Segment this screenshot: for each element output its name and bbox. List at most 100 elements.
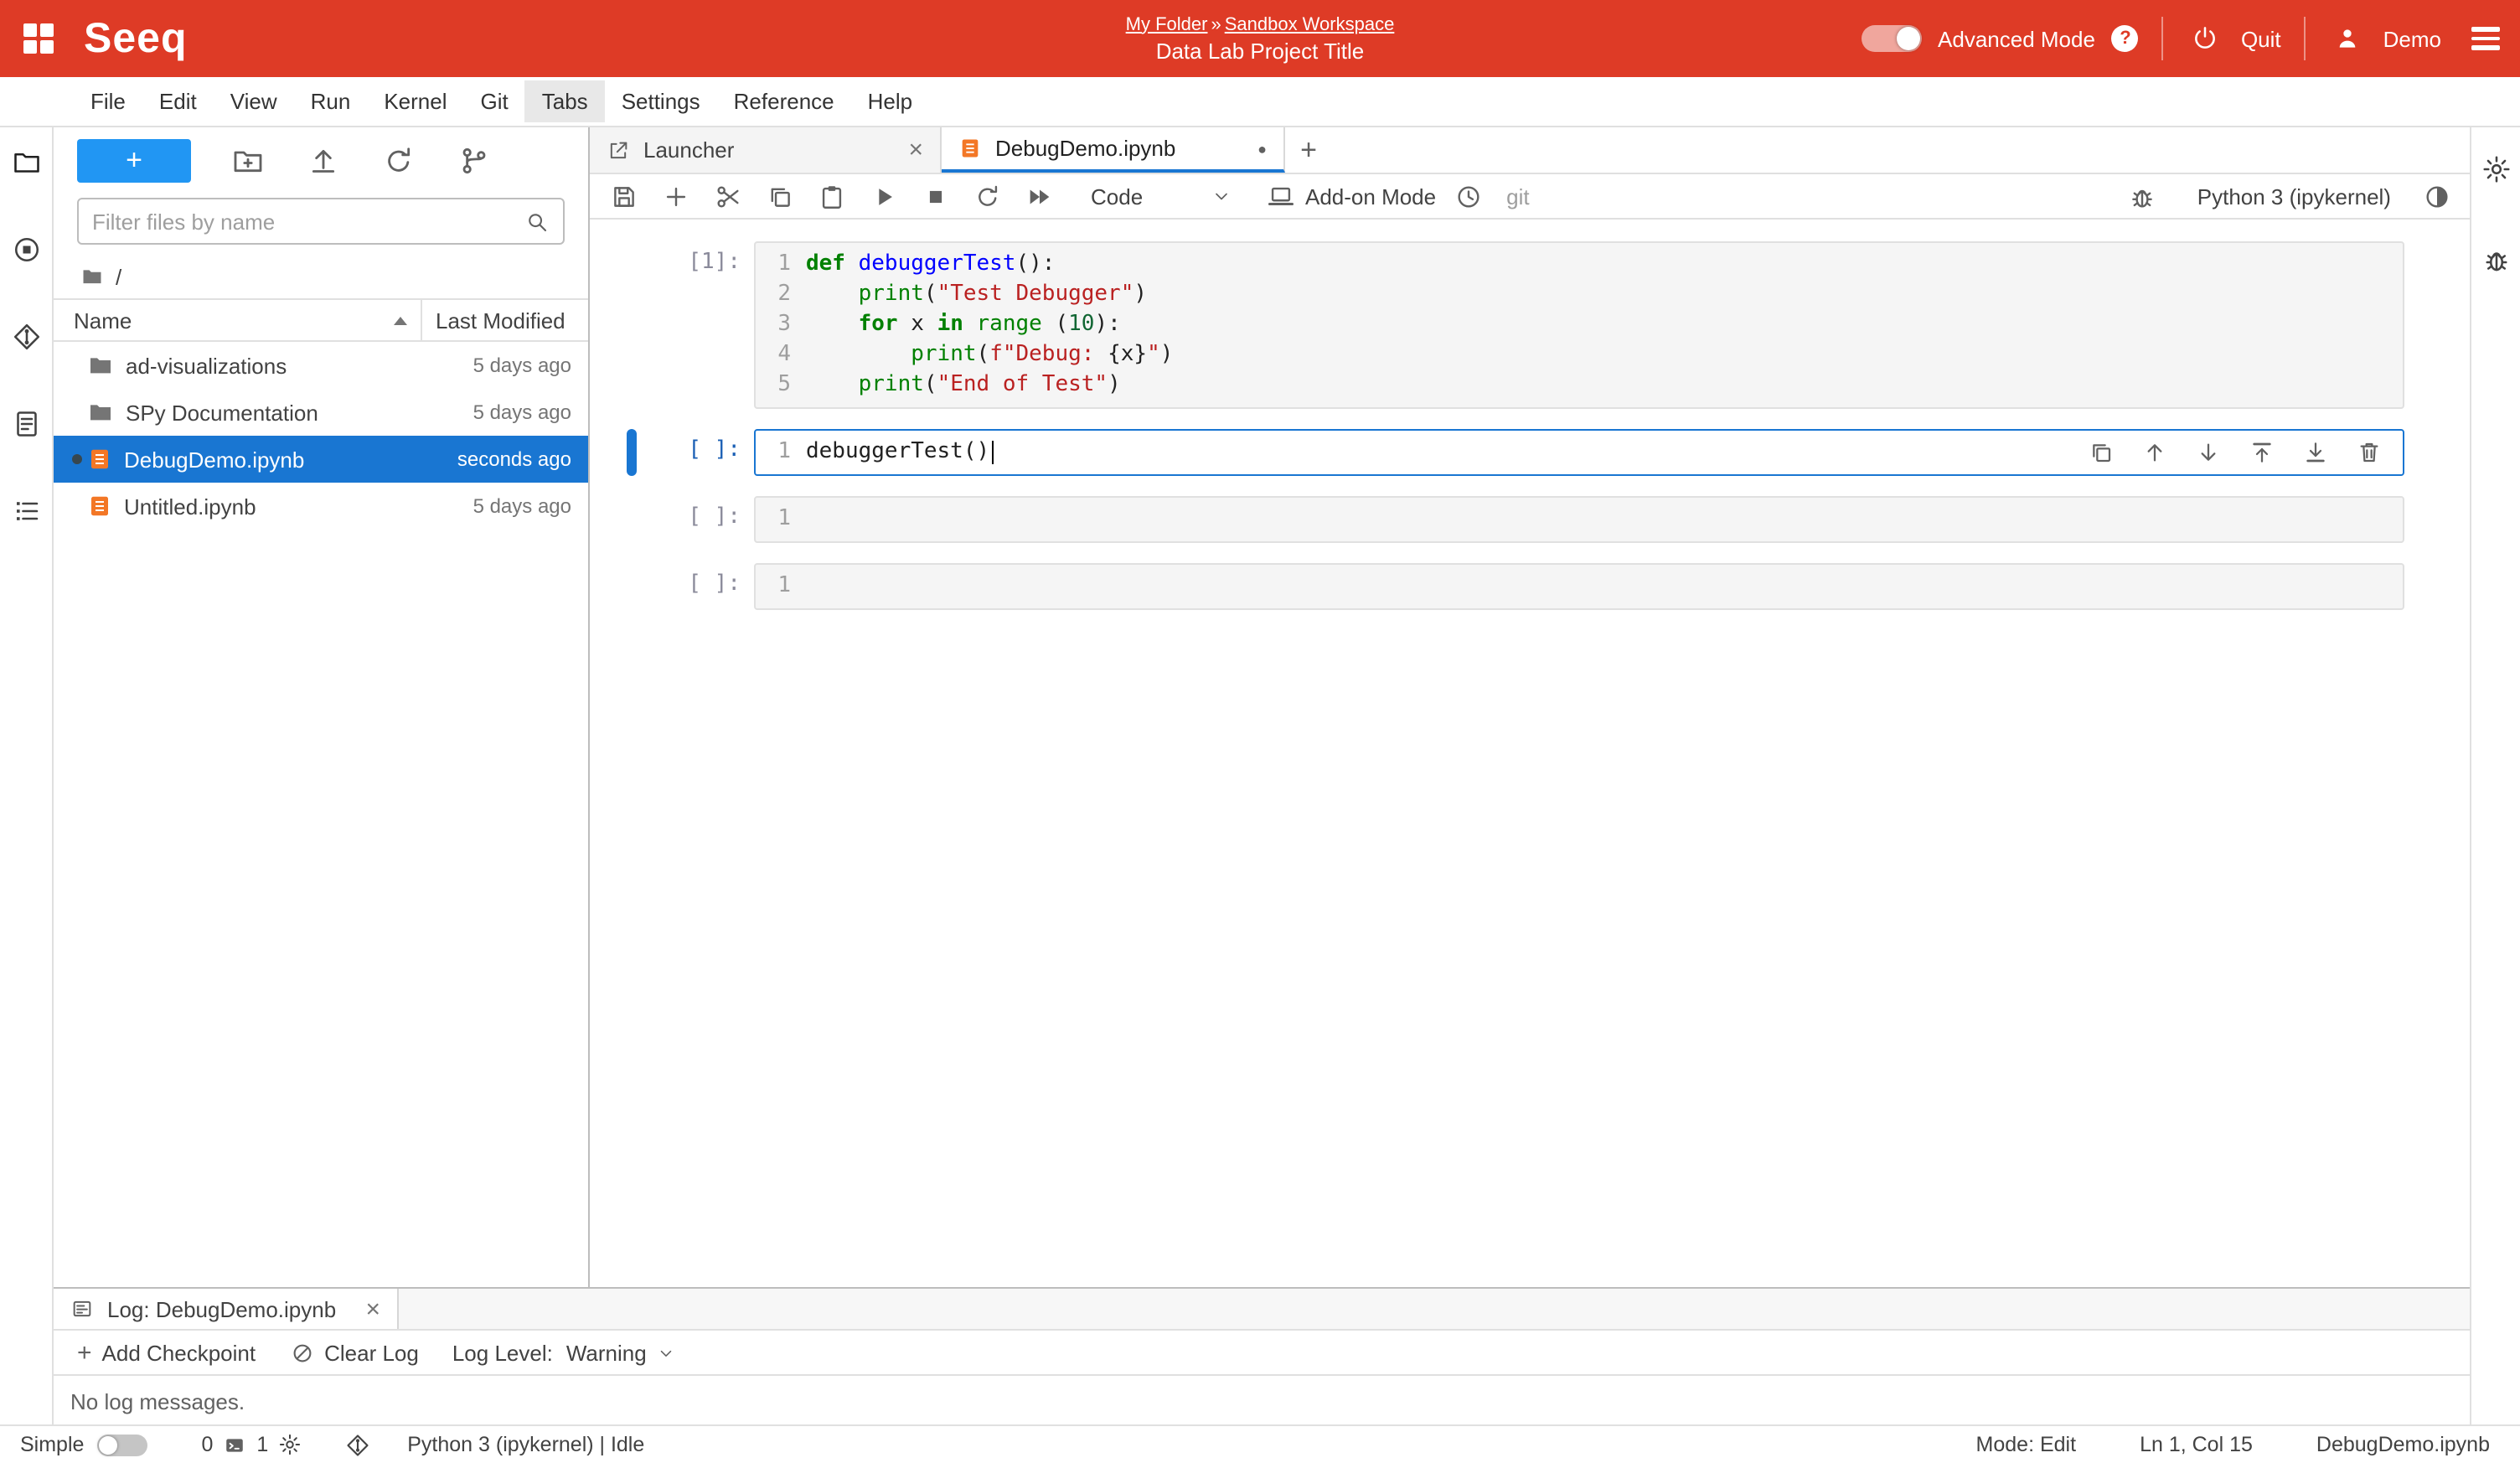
log-level-label: Log Level: (452, 1340, 553, 1365)
file-row-debugdemo[interactable]: DebugDemo.ipynb seconds ago (54, 436, 588, 483)
cell-type-dropdown[interactable]: Code (1084, 180, 1238, 212)
menu-tabs[interactable]: Tabs (525, 80, 605, 122)
menu-kernel[interactable]: Kernel (367, 80, 463, 122)
help-icon[interactable]: ? (2112, 25, 2139, 52)
run-cell-icon[interactable] (863, 176, 903, 216)
menu-run[interactable]: Run (294, 80, 368, 122)
breadcrumb-my-folder-link[interactable]: My Folder (1126, 14, 1208, 34)
insert-cell-above-icon[interactable] (2245, 436, 2279, 469)
unsaved-changes-dot[interactable]: ● (1257, 140, 1267, 157)
jupyter-menubar: File Edit View Run Kernel Git Tabs Setti… (0, 77, 2520, 127)
sessions-counts[interactable]: 0 1 (201, 1433, 302, 1456)
menu-git[interactable]: Git (464, 80, 525, 122)
upload-icon[interactable] (305, 142, 342, 179)
sort-by-modified-header[interactable]: Last Modified (421, 300, 588, 340)
menu-reference[interactable]: Reference (717, 80, 851, 122)
home-folder-icon[interactable] (80, 265, 104, 288)
save-icon[interactable] (603, 176, 643, 216)
advanced-mode-toggle[interactable] (1861, 25, 1921, 52)
file-row-ad-visualizations[interactable]: ad-visualizations 5 days ago (54, 342, 588, 389)
menu-file[interactable]: File (74, 80, 142, 122)
delete-cell-icon[interactable] (2352, 436, 2386, 469)
document-tools-icon[interactable] (8, 406, 44, 442)
table-of-contents-icon[interactable] (8, 493, 44, 530)
git-status-icon[interactable] (345, 1432, 370, 1457)
kernel-name-button[interactable]: Python 3 (ipykernel) (2197, 184, 2391, 209)
breadcrumb-root[interactable]: / (116, 264, 121, 289)
line-numbers: 1 (756, 437, 806, 468)
seeq-topbar: Seeq My Folder»Sandbox Workspace Data La… (0, 0, 2520, 77)
running-kernel-dot (72, 454, 82, 464)
apps-grid-icon[interactable] (20, 20, 57, 57)
code-content[interactable] (806, 504, 2403, 535)
refresh-icon[interactable] (380, 142, 417, 179)
running-sessions-icon[interactable] (8, 231, 44, 268)
power-icon[interactable] (2187, 20, 2224, 57)
file-row-untitled[interactable]: Untitled.ipynb 5 days ago (54, 483, 588, 530)
active-file-indicator: DebugDemo.ipynb (2316, 1433, 2490, 1456)
user-icon[interactable] (2330, 20, 2367, 57)
launcher-icon (607, 138, 630, 162)
cell-toolbar (2084, 436, 2386, 469)
addon-mode-button[interactable]: Add-on Mode (1267, 182, 1436, 210)
move-cell-up-icon[interactable] (2138, 436, 2171, 469)
cursor-position-indicator[interactable]: Ln 1, Col 15 (2140, 1433, 2253, 1456)
debugger-bug-icon[interactable] (2477, 241, 2514, 278)
insert-cell-below-icon[interactable] (2299, 436, 2332, 469)
git-toolbar-button[interactable]: git (1506, 184, 1529, 209)
code-editor[interactable]: 1 (754, 496, 2404, 543)
restart-kernel-icon[interactable] (967, 176, 1007, 216)
git-clone-icon[interactable] (456, 142, 493, 179)
menu-help[interactable]: Help (851, 80, 930, 122)
menu-edit[interactable]: Edit (142, 80, 214, 122)
kernel-status-text[interactable]: Python 3 (ipykernel) | Idle (407, 1433, 644, 1456)
tab-launcher[interactable]: Launcher × (590, 127, 942, 173)
tab-bar: Launcher × DebugDemo.ipynb ● + (590, 127, 2470, 174)
property-inspector-gear-icon[interactable] (2477, 151, 2514, 188)
debugger-bug-icon[interactable] (2122, 176, 2162, 216)
log-console-tab[interactable]: Log: DebugDemo.ipynb × (54, 1289, 399, 1329)
menu-settings[interactable]: Settings (605, 80, 717, 122)
file-browser-icon[interactable] (8, 144, 44, 181)
history-clock-icon[interactable] (1448, 176, 1488, 216)
hamburger-menu-icon[interactable] (2471, 28, 2500, 49)
quit-button[interactable]: Quit (2241, 26, 2281, 51)
cut-cells-icon[interactable] (707, 176, 747, 216)
add-cell-icon[interactable] (655, 176, 695, 216)
cell-collapser[interactable] (627, 241, 637, 409)
sort-by-name-header[interactable]: Name (54, 308, 421, 333)
cell-collapser[interactable] (627, 496, 637, 543)
kernels-icon (278, 1433, 302, 1456)
duplicate-cell-icon[interactable] (2084, 436, 2118, 469)
filter-files-input[interactable] (92, 209, 524, 234)
clear-log-button[interactable]: Clear Log (289, 1340, 419, 1365)
code-content[interactable] (806, 571, 2403, 602)
tab-debugdemo-notebook[interactable]: DebugDemo.ipynb ● (942, 127, 1285, 173)
status-bar: Simple 0 1 Python 3 (ipykernel) | Idle M… (0, 1424, 2520, 1463)
new-folder-icon[interactable] (230, 142, 266, 179)
git-icon[interactable] (8, 318, 44, 355)
code-editor[interactable]: 1 (754, 563, 2404, 610)
code-editor[interactable]: 1 2 3 4 5 def debuggerTest(): print("Tes… (754, 241, 2404, 409)
cell-collapser[interactable] (627, 563, 637, 610)
breadcrumb-workspace-link[interactable]: Sandbox Workspace (1225, 14, 1395, 34)
user-menu[interactable]: Demo (2383, 26, 2441, 51)
new-launcher-button[interactable]: + (77, 139, 191, 183)
close-log-tab-icon[interactable]: × (365, 1296, 380, 1321)
interrupt-kernel-icon[interactable] (915, 176, 955, 216)
restart-run-all-icon[interactable] (1019, 176, 1059, 216)
log-level-dropdown[interactable]: Warning (566, 1340, 675, 1365)
close-launcher-tab-icon[interactable]: × (908, 137, 923, 163)
notebook-icon (87, 446, 112, 473)
menu-view[interactable]: View (214, 80, 294, 122)
kernel-status-icon[interactable] (2416, 176, 2456, 216)
code-editor-active[interactable]: 1 debuggerTest() (754, 429, 2404, 476)
new-tab-button[interactable]: + (1285, 127, 1332, 173)
add-checkpoint-button[interactable]: + Add Checkpoint (77, 1338, 256, 1367)
move-cell-down-icon[interactable] (2192, 436, 2225, 469)
active-cell-indicator[interactable] (627, 429, 637, 476)
copy-cells-icon[interactable] (759, 176, 799, 216)
paste-cells-icon[interactable] (811, 176, 851, 216)
file-row-spy-documentation[interactable]: SPy Documentation 5 days ago (54, 389, 588, 436)
simple-mode-toggle[interactable] (97, 1434, 147, 1455)
